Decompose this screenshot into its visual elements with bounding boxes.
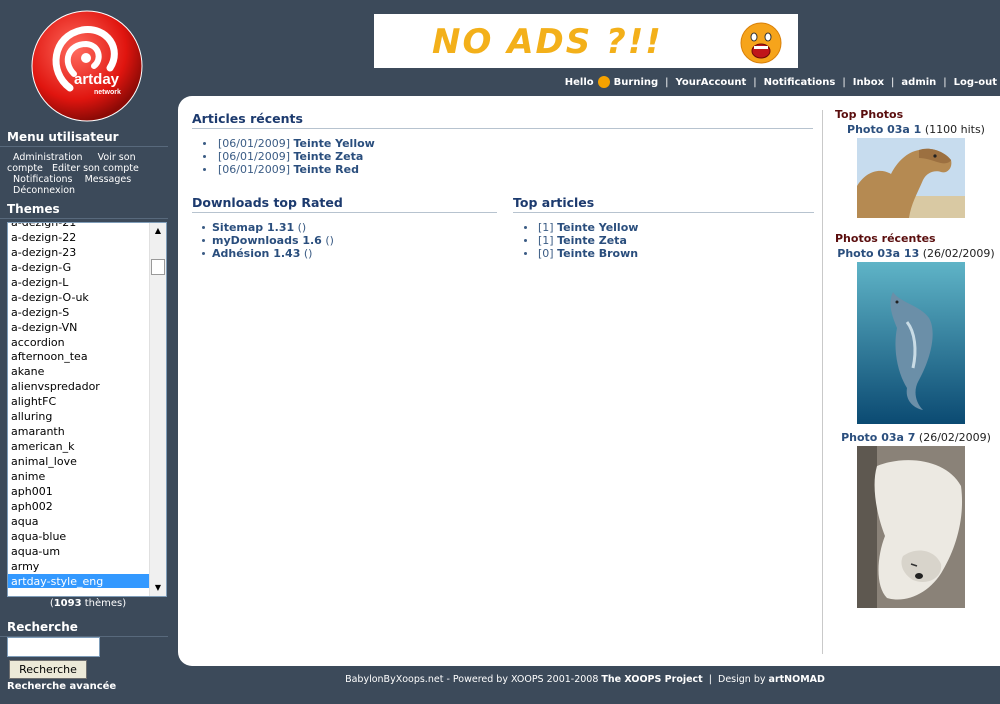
list-item: [1] Teinte Yellow xyxy=(513,221,814,234)
recent-photos-title: Photos récentes xyxy=(835,232,936,245)
scroll-thumb[interactable] xyxy=(151,259,165,275)
photo-link[interactable]: Photo 03a 13 xyxy=(837,247,919,260)
user-bar: Hello Burning | YourAccount | Notificati… xyxy=(564,76,997,88)
theme-option[interactable]: afternoon_tea xyxy=(8,349,150,364)
search-input[interactable] xyxy=(7,637,100,657)
theme-option[interactable]: alluring xyxy=(8,409,150,424)
banner-text: NO ADS ?!! xyxy=(432,22,663,62)
article-link[interactable]: Teinte Zeta xyxy=(293,150,363,163)
top-photos-title: Top Photos xyxy=(835,108,904,121)
list-item: myDownloads 1.6 () xyxy=(192,234,497,247)
logo-sub: network xyxy=(94,89,121,96)
xoops-project-link[interactable]: The XOOPS Project xyxy=(601,674,702,685)
theme-option[interactable]: aqua-blue xyxy=(8,529,150,544)
theme-option[interactable]: army xyxy=(8,559,150,574)
article-link[interactable]: Teinte Red xyxy=(293,163,358,176)
camel-photo[interactable] xyxy=(857,138,965,218)
list-item: [06/01/2009] Teinte Yellow xyxy=(192,137,813,150)
recent-articles-block: Articles récents [06/01/2009] Teinte Yel… xyxy=(192,111,813,176)
theme-option[interactable]: accordion xyxy=(8,335,150,350)
theme-option[interactable]: a-dezign-21 xyxy=(8,223,150,230)
messages-link[interactable]: Messages xyxy=(85,174,132,185)
theme-option[interactable]: a-dezign-23 xyxy=(8,245,150,260)
theme-option[interactable]: akane xyxy=(8,364,150,379)
theme-option[interactable]: anime xyxy=(8,469,150,484)
left-sidebar: Menu utilisateur Administration Voir son… xyxy=(0,130,176,692)
admin-menu-link[interactable]: Administration xyxy=(13,152,83,163)
list-item: Adhésion 1.43 () xyxy=(192,247,497,260)
inbox-link[interactable]: Inbox xyxy=(853,77,884,88)
recent-articles-title: Articles récents xyxy=(192,111,813,129)
list-item: [06/01/2009] Teinte Red xyxy=(192,163,813,176)
site-logo[interactable]: artday network xyxy=(30,10,144,122)
theme-option[interactable]: alightFC xyxy=(8,394,150,409)
themes-title: Themes xyxy=(0,202,168,219)
theme-option[interactable]: aqua xyxy=(8,514,150,529)
theme-option[interactable]: a-dezign-22 xyxy=(8,230,150,245)
user-menu: Administration Voir son compte Editer so… xyxy=(0,147,176,196)
username: Burning xyxy=(613,76,659,88)
polar-bear-photo[interactable] xyxy=(857,446,965,608)
downloads-title: Downloads top Rated xyxy=(192,195,497,213)
ad-banner[interactable]: NO ADS ?!! xyxy=(374,14,798,68)
theme-option[interactable]: a-dezign-S xyxy=(8,305,150,320)
footer: BabylonByXoops.net - Powered by XOOPS 20… xyxy=(345,674,825,685)
logo-name: artday xyxy=(74,71,120,88)
theme-option[interactable]: aqua-um xyxy=(8,544,150,559)
list-item: [06/01/2009] Teinte Zeta xyxy=(192,150,813,163)
notifications-menu-link[interactable]: Notifications xyxy=(13,174,72,185)
designer-link[interactable]: artNOMAD xyxy=(769,674,825,685)
list-item: Sitemap 1.31 () xyxy=(192,221,497,234)
theme-count: (1093 thèmes) xyxy=(49,598,127,609)
article-link[interactable]: Teinte Zeta xyxy=(557,234,627,247)
theme-scrollbar[interactable]: ▲ ▼ xyxy=(149,223,166,596)
article-link[interactable]: Teinte Yellow xyxy=(293,137,374,150)
logout-menu-link[interactable]: Déconnexion xyxy=(13,185,75,196)
photo-link[interactable]: Photo 03a 7 xyxy=(841,431,915,444)
scroll-up-icon[interactable]: ▲ xyxy=(150,223,166,239)
top-articles-block: Top articles [1] Teinte Yellow [1] Teint… xyxy=(513,195,814,260)
logout-link[interactable]: Log-out xyxy=(954,77,997,88)
article-link[interactable]: Teinte Yellow xyxy=(557,221,638,234)
photo-link[interactable]: Photo 03a 1 xyxy=(847,123,921,136)
notifications-link[interactable]: Notifications xyxy=(764,77,836,88)
theme-option[interactable]: a-dezign-VN xyxy=(8,320,150,335)
screaming-face-icon xyxy=(740,22,782,64)
downloads-block: Downloads top Rated Sitemap 1.31 () myDo… xyxy=(192,195,497,260)
theme-option[interactable]: aph001 xyxy=(8,484,150,499)
design-label: Design by xyxy=(718,674,766,685)
footer-text: BabylonByXoops.net - Powered by XOOPS 20… xyxy=(345,674,599,685)
search-title: Recherche xyxy=(0,620,168,637)
download-link[interactable]: myDownloads 1.6 xyxy=(212,234,322,247)
list-item: [1] Teinte Zeta xyxy=(513,234,814,247)
right-sidebar: Top Photos Photo 03a 1 (1100 hits) Photo… xyxy=(835,108,997,608)
edit-account-link[interactable]: Editer son compte xyxy=(52,163,139,174)
theme-option[interactable]: alienvspredador xyxy=(8,379,150,394)
column-divider xyxy=(822,110,823,654)
theme-option[interactable]: aph002 xyxy=(8,499,150,514)
your-account-link[interactable]: YourAccount xyxy=(676,77,747,88)
theme-option[interactable]: a-dezign-O-uk xyxy=(8,290,150,305)
theme-option[interactable]: a-dezign-L xyxy=(8,275,150,290)
theme-option[interactable]: american_k xyxy=(8,439,150,454)
article-link[interactable]: Teinte Brown xyxy=(557,247,638,260)
smiley-icon xyxy=(597,76,610,88)
list-item: [0] Teinte Brown xyxy=(513,247,814,260)
user-menu-title: Menu utilisateur xyxy=(0,130,168,147)
theme-option[interactable]: animal_love xyxy=(8,454,150,469)
download-link[interactable]: Adhésion 1.43 xyxy=(212,247,300,260)
dolphin-photo[interactable] xyxy=(857,262,965,424)
theme-options: a-dezign-21 a-dezign-22 a-dezign-23 a-dezig… xyxy=(8,223,150,589)
theme-select-list[interactable]: a-dezign-21 a-dezign-22 a-dezign-23 a-dezig… xyxy=(7,222,167,597)
top-articles-title: Top articles xyxy=(513,195,814,213)
theme-option[interactable]: amaranth xyxy=(8,424,150,439)
scroll-down-icon[interactable]: ▼ xyxy=(150,580,166,596)
admin-link[interactable]: admin xyxy=(901,77,936,88)
theme-option[interactable]: a-dezign-G xyxy=(8,260,150,275)
download-link[interactable]: Sitemap 1.31 xyxy=(212,221,294,234)
hello-text: Hello xyxy=(564,76,594,88)
theme-option[interactable]: artday-style_eng xyxy=(8,573,150,589)
content-panel: Articles récents [06/01/2009] Teinte Yel… xyxy=(178,96,1000,666)
